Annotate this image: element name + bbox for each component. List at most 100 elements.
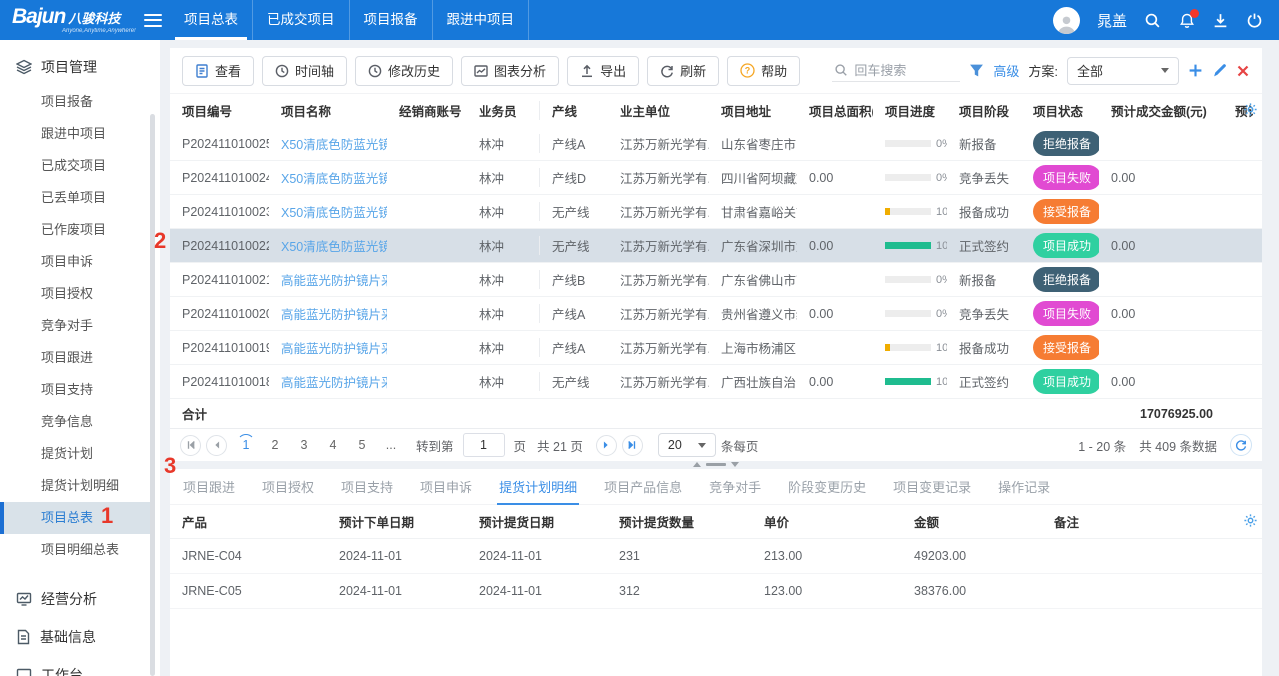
detail-tab[interactable]: 项目授权 (262, 469, 314, 505)
detail-tab[interactable]: 操作记录 (998, 469, 1050, 505)
detail-row[interactable]: JRNE-C04 2024-11-01 2024-11-01 231 213.0… (170, 539, 1262, 574)
top-tab[interactable]: 已成交项目 (253, 0, 350, 40)
top-tab[interactable]: 跟进中项目 (433, 0, 530, 40)
project-name-link[interactable]: X50清底色防蓝光镜片... (269, 202, 387, 221)
table-row[interactable]: P202411010019 高能蓝光防护镜片采购... 林冲 产线A 江苏万新光… (170, 331, 1262, 365)
sidebar-item[interactable]: 竞争信息 (0, 406, 152, 438)
column-header[interactable]: 项目编号 (170, 101, 269, 120)
view-button[interactable]: 查看 (182, 56, 254, 86)
goto-page-input[interactable] (463, 433, 505, 457)
project-name-link[interactable]: X50清底色防蓝光镜片... (269, 236, 387, 255)
avatar[interactable] (1053, 7, 1080, 34)
table-row[interactable]: P202411010018 高能蓝光防护镜片采购... 林冲 无产线 江苏万新光… (170, 365, 1262, 399)
history-button[interactable]: 修改历史 (355, 56, 453, 86)
search-input[interactable] (854, 63, 954, 78)
project-name-link[interactable]: X50清底色防蓝光镜片... (269, 168, 387, 187)
table-row[interactable]: P202411010020 高能蓝光防护镜片采购... 林冲 产线A 江苏万新光… (170, 297, 1262, 331)
page-size-select[interactable]: 20 (658, 433, 716, 457)
column-header[interactable]: 项目阶段 (947, 101, 1021, 120)
column-header[interactable]: 项目名称 (269, 101, 387, 120)
project-name-link[interactable]: 高能蓝光防护镜片采购... (269, 304, 387, 323)
column-settings-gear-icon[interactable] (1243, 102, 1258, 120)
table-row[interactable]: P202411010024 X50清底色防蓝光镜片... 林冲 产线D 江苏万新… (170, 161, 1262, 195)
column-header[interactable]: 预计下单日期 (327, 512, 467, 531)
sidebar-item[interactable]: 已作废项目 (0, 214, 152, 246)
column-settings-gear-icon[interactable] (1243, 513, 1258, 531)
column-header[interactable]: 备注 (1042, 512, 1262, 531)
sidebar-item[interactable]: 竞争对手 (0, 310, 152, 342)
detail-tab[interactable]: 项目产品信息 (604, 469, 682, 505)
column-header[interactable]: 业主单位 (608, 101, 709, 120)
sidebar-item[interactable]: 项目授权 (0, 278, 152, 310)
sidebar-item[interactable]: 项目支持 (0, 374, 152, 406)
search-icon[interactable] (1144, 12, 1161, 29)
project-name-link[interactable]: 高能蓝光防护镜片采购... (269, 270, 387, 289)
splitter-bar-icon[interactable] (706, 463, 726, 466)
page-number[interactable]: ... (381, 438, 401, 452)
column-header[interactable]: 业务员 (467, 101, 540, 120)
column-header[interactable]: 项目状态 (1021, 101, 1099, 120)
page-number[interactable]: 1 (236, 438, 256, 452)
sidebar-item[interactable]: 项目总表 (0, 502, 152, 534)
detail-tab[interactable]: 项目申诉 (420, 469, 472, 505)
project-name-link[interactable]: X50清底色防蓝光镜片... (269, 134, 387, 153)
power-icon[interactable] (1246, 12, 1263, 29)
advanced-filter-link[interactable]: 高级 (993, 61, 1019, 80)
sidebar-item[interactable]: 提货计划明细 (0, 470, 152, 502)
sidebar-item[interactable]: 项目报备 (0, 86, 152, 118)
prev-page-icon[interactable] (206, 435, 227, 456)
search-box[interactable] (832, 60, 960, 82)
sidebar-item[interactable]: 已成交项目 (0, 150, 152, 182)
chart-analysis-button[interactable]: 图表分析 (461, 56, 559, 86)
bell-icon[interactable] (1178, 12, 1195, 29)
sidebar-item[interactable]: 跟进中项目 (0, 118, 152, 150)
collapse-up-icon[interactable] (693, 462, 701, 467)
sidebar-item[interactable]: 项目申诉 (0, 246, 152, 278)
column-header[interactable]: 项目地址 (709, 101, 797, 120)
column-header[interactable]: 项目进度 (873, 101, 947, 120)
top-tab[interactable]: 项目报备 (350, 0, 433, 40)
collapse-down-icon[interactable] (731, 462, 739, 467)
table-row[interactable]: P202411010022 X50清底色防蓝光镜片... 林冲 无产线 江苏万新… (170, 229, 1262, 263)
sidebar-item[interactable]: 项目跟进 (0, 342, 152, 374)
download-icon[interactable] (1212, 12, 1229, 29)
sidebar-section-workbench[interactable]: 工作台 (0, 656, 152, 676)
detail-tab[interactable]: 项目跟进 (183, 469, 235, 505)
data-refresh-icon[interactable] (1230, 434, 1252, 456)
sidebar-item[interactable]: 已丢单项目 (0, 182, 152, 214)
export-button[interactable]: 导出 (567, 56, 639, 86)
project-name-link[interactable]: 高能蓝光防护镜片采购... (269, 338, 387, 357)
edit-scheme-icon[interactable] (1212, 63, 1227, 78)
column-header[interactable]: 金额 (902, 512, 1042, 531)
column-header[interactable]: 经销商账号 (387, 101, 467, 120)
sidebar-item[interactable]: 项目明细总表 (0, 534, 152, 566)
sidebar-section-project-management[interactable]: 项目管理 (0, 48, 152, 86)
first-page-icon[interactable] (180, 435, 201, 456)
splitter-handle[interactable] (693, 462, 739, 467)
column-header[interactable]: 预计提货日期 (467, 512, 607, 531)
table-row[interactable]: P202411010025 X50清底色防蓝光镜片... 林冲 产线A 江苏万新… (170, 127, 1262, 161)
detail-row[interactable]: JRNE-C05 2024-11-01 2024-11-01 312 123.0… (170, 574, 1262, 609)
project-name-link[interactable]: 高能蓝光防护镜片采购... (269, 372, 387, 391)
menu-toggle-icon[interactable] (144, 14, 162, 27)
sidebar-item[interactable]: 提货计划 (0, 438, 152, 470)
column-header[interactable]: 产品 (170, 512, 327, 531)
column-header[interactable]: 单价 (752, 512, 902, 531)
next-page-icon[interactable] (596, 435, 617, 456)
page-number[interactable]: 4 (323, 438, 343, 452)
user-name[interactable]: 晁盖 (1097, 10, 1127, 31)
detail-tab[interactable]: 项目支持 (341, 469, 393, 505)
table-row[interactable]: P202411010023 X50清底色防蓝光镜片... 林冲 无产线 江苏万新… (170, 195, 1262, 229)
help-button[interactable]: ? 帮助 (727, 56, 800, 86)
delete-scheme-icon[interactable] (1236, 64, 1250, 78)
column-header[interactable]: 预计提货数量 (607, 512, 752, 531)
sidebar-scrollbar[interactable] (150, 114, 155, 676)
column-header[interactable]: 预计成交金额(元) (1099, 101, 1223, 120)
top-tab[interactable]: 项目总表 (170, 0, 253, 40)
sidebar-section-base-info[interactable]: 基础信息 (0, 618, 152, 656)
page-number[interactable]: 2 (265, 438, 285, 452)
page-number[interactable]: 5 (352, 438, 372, 452)
table-row[interactable]: P202411010021 高能蓝光防护镜片采购... 林冲 产线B 江苏万新光… (170, 263, 1262, 297)
scheme-select[interactable]: 全部 (1067, 57, 1179, 85)
add-scheme-icon[interactable] (1188, 63, 1203, 78)
